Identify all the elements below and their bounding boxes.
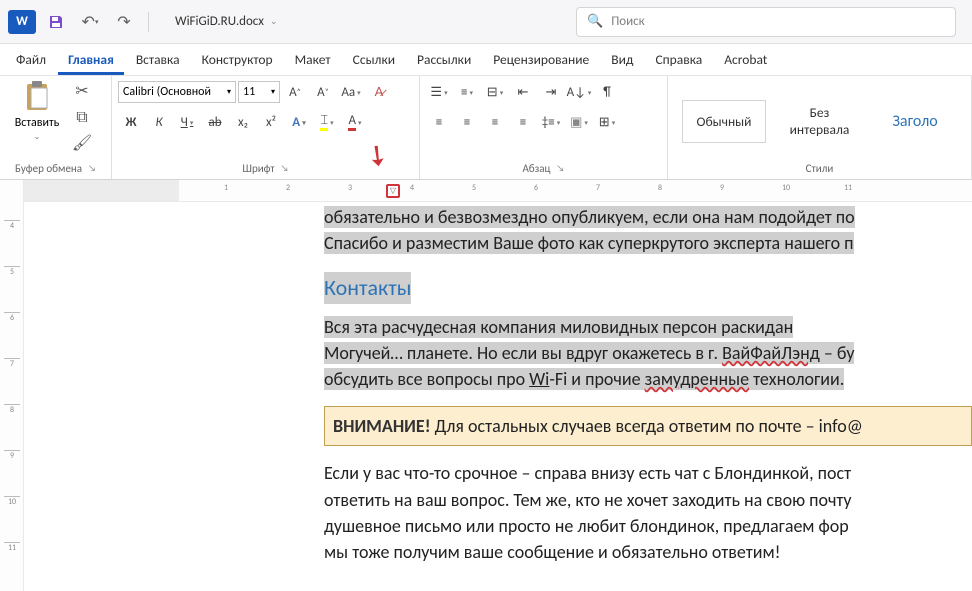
superscript-button[interactable]: x² [258,110,284,134]
tab-insert[interactable]: Вставка [126,45,190,75]
save-icon[interactable] [42,8,70,36]
font-name-select[interactable]: Calibri (Основной▾ [118,81,236,103]
qat-separator [148,12,149,32]
document-area: 4567891011 1234567891011 обязательно и б… [0,180,972,591]
group-paragraph: ➘ ☰ ≡ ⊟ ⇤ ⇥ A↓ ¶ ≡ ≡ ≡ ≡ ‡≡ ▣ ⊞ Абзац↘ [420,76,668,179]
tab-home[interactable]: Главная [58,45,124,75]
title-bar: W ↶▾ ↷ WiFiGiD.RU.docx⌄ 🔍 Поиск [0,0,972,44]
font-launcher-icon[interactable]: ↘ [281,163,289,174]
style-normal[interactable]: Обычный [682,100,766,143]
subscript-button[interactable]: x₂ [230,110,256,134]
cut-icon[interactable]: ✂ [71,80,93,102]
horizontal-ruler[interactable]: 1234567891011 [24,180,972,202]
tab-layout[interactable]: Макет [285,45,341,75]
vertical-ruler[interactable]: 4567891011 [0,180,24,591]
tab-file[interactable]: Файл [6,45,56,75]
multilevel-list-icon[interactable]: ⊟ [482,80,508,104]
borders-icon[interactable]: ⊞ [594,110,620,134]
format-painter-icon[interactable]: 🖌 [71,132,93,154]
paste-icon[interactable] [22,80,52,114]
sort-icon[interactable]: A↓ [566,80,592,104]
underline-button[interactable]: Ч [174,110,200,134]
word-app-icon: W [8,10,36,34]
style-no-spacing[interactable]: Без интервала [774,92,865,150]
change-case-icon[interactable]: Aa [338,80,364,104]
show-marks-icon[interactable]: ¶ [594,80,620,104]
paste-label[interactable]: Вставить [15,116,60,130]
group-clipboard: Вставить ⌄ ✂ ⧉ 🖌 Буфер обмена↘ [0,76,112,179]
first-line-indent-marker[interactable] [386,184,400,198]
align-center-icon[interactable]: ≡ [454,110,480,134]
notice-box[interactable]: ВНИМАНИЕ! Для остальных случаев всегда о… [324,406,972,446]
highlight-icon[interactable]: ⌶ [314,110,340,134]
font-size-select[interactable]: 11▾ [238,81,280,103]
clipboard-launcher-icon[interactable]: ↘ [88,163,96,174]
tab-design[interactable]: Конструктор [192,45,283,75]
increase-indent-icon[interactable]: ⇥ [538,80,564,104]
heading-contacts[interactable]: Контакты [324,272,411,304]
clear-formatting-icon[interactable]: A̷ [366,80,392,104]
ribbon-tabs: Файл Главная Вставка Конструктор Макет С… [0,44,972,76]
undo-icon[interactable]: ↶▾ [76,8,104,36]
decrease-font-icon[interactable]: A˅ [310,80,336,104]
bullets-icon[interactable]: ☰ [426,80,452,104]
strike-button[interactable]: ab [202,110,228,134]
increase-font-icon[interactable]: A˄ [282,80,308,104]
bold-button[interactable]: Ж [118,110,144,134]
text-selected[interactable]: Спасибо и разместим Ваше фото как суперк… [324,232,854,254]
tab-help[interactable]: Справка [645,45,712,75]
line-spacing-icon[interactable]: ‡≡ [538,110,564,134]
search-icon: 🔍 [587,14,603,29]
group-styles: Обычный Без интервала Заголо Стили [668,76,972,179]
font-color-icon[interactable]: A [342,110,368,134]
ribbon: Вставить ⌄ ✂ ⧉ 🖌 Буфер обмена↘ Calibri (… [0,76,972,180]
tab-references[interactable]: Ссылки [343,45,405,75]
italic-button[interactable]: К [146,110,172,134]
paragraph-launcher-icon[interactable]: ↘ [557,163,565,174]
decrease-indent-icon[interactable]: ⇤ [510,80,536,104]
numbering-icon[interactable]: ≡ [454,80,480,104]
tab-acrobat[interactable]: Acrobat [714,45,777,75]
align-left-icon[interactable]: ≡ [426,110,452,134]
document-title[interactable]: WiFiGiD.RU.docx⌄ [175,14,277,29]
tab-mailings[interactable]: Рассылки [407,45,481,75]
document-page[interactable]: обязательно и безвозмездно опубликуем, е… [24,202,972,565]
tab-review[interactable]: Рецензирование [483,45,599,75]
text-selected[interactable]: обязательно и безвозмездно опубликуем, е… [324,206,855,228]
shading-icon[interactable]: ▣ [566,110,592,134]
copy-icon[interactable]: ⧉ [71,106,93,128]
redo-icon[interactable]: ↷ [110,8,138,36]
align-right-icon[interactable]: ≡ [482,110,508,134]
search-input[interactable]: 🔍 Поиск [576,7,956,37]
text-effects-icon[interactable]: A [286,110,312,134]
tab-view[interactable]: Вид [601,45,643,75]
style-heading1[interactable]: Заголо [873,100,957,143]
justify-icon[interactable]: ≡ [510,110,536,134]
